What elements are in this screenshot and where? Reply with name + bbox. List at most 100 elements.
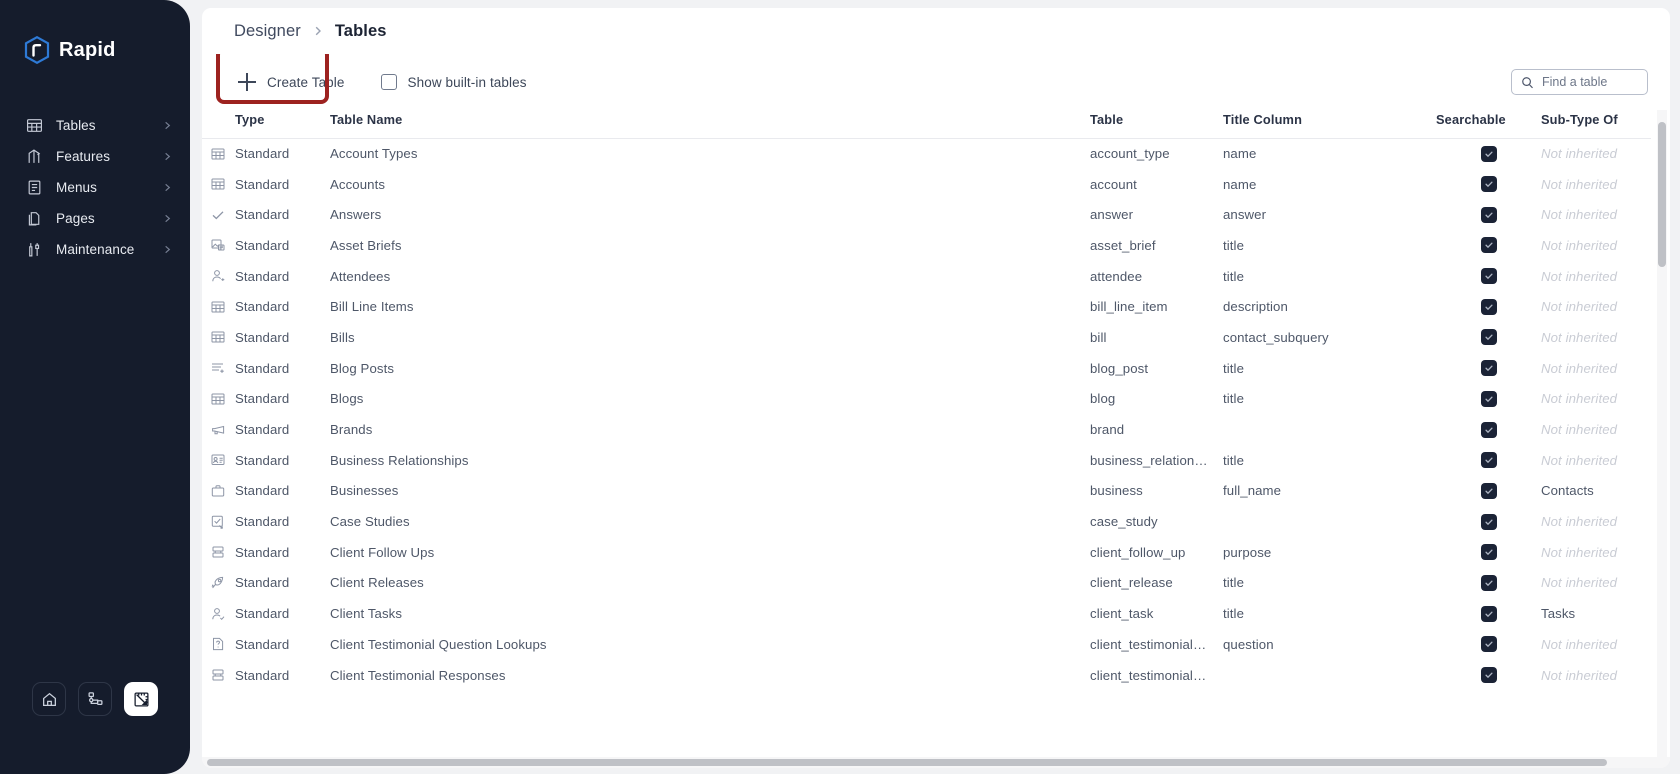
row-searchable-cell[interactable] <box>1436 384 1541 415</box>
row-subtype: Not inherited <box>1541 514 1618 530</box>
row-table-name[interactable]: Blogs <box>330 384 1090 415</box>
row-searchable-cell[interactable] <box>1436 169 1541 200</box>
col-titlecol[interactable]: Title Column <box>1223 110 1436 139</box>
searchable-checkbox-checked[interactable] <box>1480 574 1497 591</box>
searchable-checkbox-checked[interactable] <box>1480 421 1497 438</box>
searchable-checkbox-checked[interactable] <box>1480 298 1497 315</box>
vertical-scrollbar-thumb[interactable] <box>1658 122 1666 267</box>
row-table-name[interactable]: Blog Posts <box>330 353 1090 384</box>
row-searchable-cell[interactable] <box>1436 476 1541 507</box>
row-type-icon-cell <box>202 322 235 353</box>
row-searchable-cell[interactable] <box>1436 353 1541 384</box>
table-row[interactable]: Standard Attendees attendee title Not inheri… <box>202 261 1651 292</box>
searchable-checkbox-checked[interactable] <box>1480 268 1497 285</box>
row-searchable-cell[interactable] <box>1436 414 1541 445</box>
row-table-name[interactable]: Client Testimonial Question Lookups <box>330 629 1090 660</box>
sitemap-button[interactable] <box>78 682 112 716</box>
table-row[interactable]: Standard Accounts account name Not inherited <box>202 169 1651 200</box>
home-button[interactable] <box>32 682 66 716</box>
searchable-checkbox-checked[interactable] <box>1480 329 1497 346</box>
row-searchable-cell[interactable] <box>1436 629 1541 660</box>
searchable-checkbox-checked[interactable] <box>1480 636 1497 653</box>
row-subtype: Not inherited <box>1541 329 1618 345</box>
sidebar-item-tables[interactable]: Tables <box>0 110 190 141</box>
find-table-search[interactable] <box>1511 69 1648 95</box>
row-searchable-cell[interactable] <box>1436 138 1541 169</box>
searchable-checkbox-checked[interactable] <box>1480 667 1497 684</box>
row-searchable-cell[interactable] <box>1436 660 1541 691</box>
table-row[interactable]: Standard Case Studies case_study Not inheri… <box>202 506 1651 537</box>
search-input[interactable] <box>1542 75 1638 89</box>
row-table-name[interactable]: Business Relationships <box>330 445 1090 476</box>
row-table-name[interactable]: Asset Briefs <box>330 230 1090 261</box>
row-searchable-cell[interactable] <box>1436 291 1541 322</box>
row-searchable-cell[interactable] <box>1436 230 1541 261</box>
table-row[interactable]: Standard Client Releases client_release tit… <box>202 568 1651 599</box>
sidebar-item-maintenance[interactable]: Maintenance <box>0 234 190 265</box>
col-tablename[interactable]: Table Name <box>330 110 1090 139</box>
searchable-checkbox-checked[interactable] <box>1480 176 1497 193</box>
searchable-checkbox-checked[interactable] <box>1480 237 1497 254</box>
designer-button[interactable] <box>124 682 158 716</box>
table-row[interactable]: Standard Blog Posts blog_post title Not inhe… <box>202 353 1651 384</box>
sidebar-item-menus[interactable]: Menus <box>0 172 190 203</box>
searchable-checkbox-checked[interactable] <box>1480 544 1497 561</box>
table-row[interactable]: Standard Answers answer answer Not inherited <box>202 199 1651 230</box>
table-row[interactable]: Standard Bills bill contact_subquery Not inh… <box>202 322 1651 353</box>
tables-list-scroll[interactable]: Type Table Name Table Title Column Searc… <box>202 110 1670 768</box>
searchable-checkbox-checked[interactable] <box>1480 145 1497 162</box>
row-table-name[interactable]: Client Testimonial Responses <box>330 660 1090 691</box>
table-row[interactable]: Standard Brands brand Not inherited <box>202 414 1651 445</box>
row-searchable-cell[interactable] <box>1436 598 1541 629</box>
searchable-checkbox-checked[interactable] <box>1480 360 1497 377</box>
breadcrumb-parent[interactable]: Designer <box>234 22 301 41</box>
plus-icon <box>238 73 256 91</box>
row-searchable-cell[interactable] <box>1436 568 1541 599</box>
searchable-checkbox-checked[interactable] <box>1480 452 1497 469</box>
table-row[interactable]: Standard Client Testimonial Responses clie… <box>202 660 1651 691</box>
table-row[interactable]: Standard Blogs blog title Not inherited <box>202 384 1651 415</box>
row-table-name[interactable]: Bill Line Items <box>330 291 1090 322</box>
row-searchable-cell[interactable] <box>1436 506 1541 537</box>
row-searchable-cell[interactable] <box>1436 261 1541 292</box>
row-searchable-cell[interactable] <box>1436 445 1541 476</box>
row-subtype: Not inherited <box>1541 636 1618 652</box>
create-table-button[interactable]: Create Table <box>230 66 357 98</box>
row-table-name[interactable]: Attendees <box>330 261 1090 292</box>
row-searchable-cell[interactable] <box>1436 537 1541 568</box>
row-searchable-cell[interactable] <box>1436 199 1541 230</box>
table-row[interactable]: Standard Asset Briefs asset_brief title Not … <box>202 230 1651 261</box>
col-type[interactable]: Type <box>235 110 330 139</box>
searchable-checkbox-checked[interactable] <box>1480 482 1497 499</box>
sidebar-item-features[interactable]: Features <box>0 141 190 172</box>
row-table-name[interactable]: Client Follow Ups <box>330 537 1090 568</box>
table-row[interactable]: Standard Business Relationships business_r… <box>202 445 1651 476</box>
table-row[interactable]: Standard Account Types account_type name Not… <box>202 138 1651 169</box>
row-table-name[interactable]: Businesses <box>330 476 1090 507</box>
searchable-checkbox-checked[interactable] <box>1480 390 1497 407</box>
searchable-checkbox-checked[interactable] <box>1480 605 1497 622</box>
row-table-name[interactable]: Answers <box>330 199 1090 230</box>
row-table-name[interactable]: Client Releases <box>330 568 1090 599</box>
col-subtype[interactable]: Sub-Type Of <box>1541 110 1651 139</box>
col-table[interactable]: Table <box>1090 110 1223 139</box>
searchable-checkbox-checked[interactable] <box>1480 513 1497 530</box>
row-table-key: answer <box>1090 207 1134 223</box>
table-row[interactable]: Standard Client Testimonial Question Look… <box>202 629 1651 660</box>
searchable-checkbox-checked[interactable] <box>1480 206 1497 223</box>
horizontal-scrollbar-thumb[interactable] <box>207 759 1607 766</box>
col-searchable[interactable]: Searchable <box>1436 110 1541 139</box>
table-row[interactable]: Standard Client Tasks client_task title Task… <box>202 598 1651 629</box>
row-table-name[interactable]: Case Studies <box>330 506 1090 537</box>
table-row[interactable]: Standard Bill Line Items bill_line_item des… <box>202 291 1651 322</box>
row-searchable-cell[interactable] <box>1436 322 1541 353</box>
show-builtin-tables-checkbox[interactable]: Show built-in tables <box>380 74 527 90</box>
table-row[interactable]: Standard Businesses business full_name Conta… <box>202 476 1651 507</box>
row-table-name[interactable]: Account Types <box>330 138 1090 169</box>
row-table-name[interactable]: Bills <box>330 322 1090 353</box>
table-row[interactable]: Standard Client Follow Ups client_follow_u… <box>202 537 1651 568</box>
row-table-name[interactable]: Client Tasks <box>330 598 1090 629</box>
row-table-name[interactable]: Brands <box>330 414 1090 445</box>
sidebar-item-pages[interactable]: Pages <box>0 203 190 234</box>
row-table-name[interactable]: Accounts <box>330 169 1090 200</box>
